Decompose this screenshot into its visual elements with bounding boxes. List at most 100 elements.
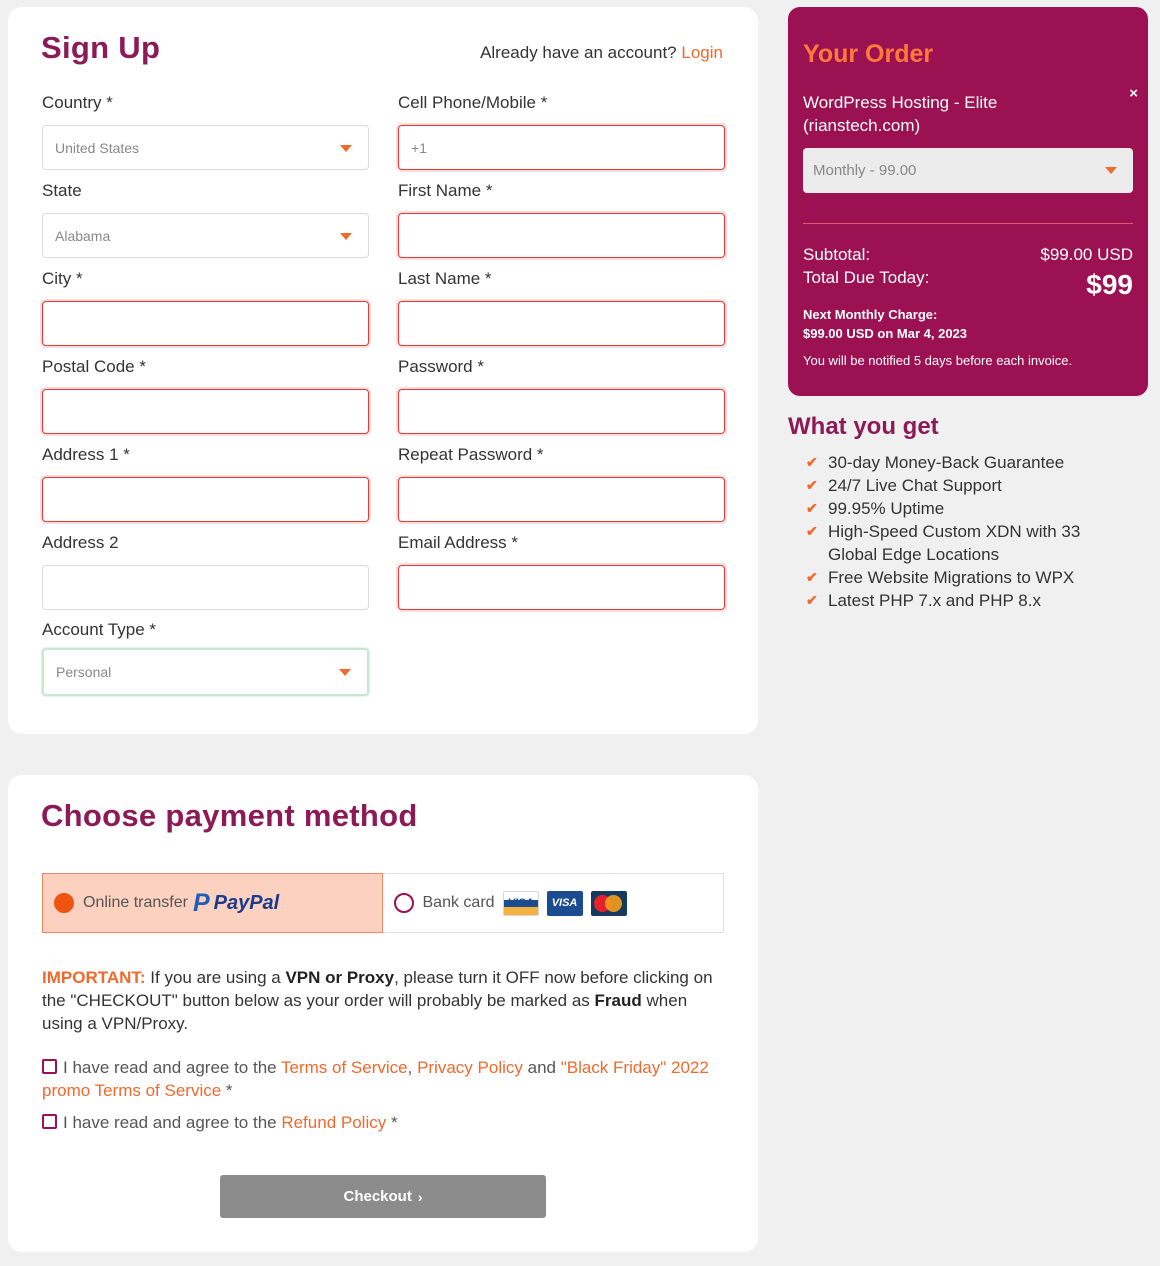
email-field: Email Address *	[398, 533, 725, 610]
order-summary: Your Order × WordPress Hosting - Elite (…	[788, 7, 1148, 396]
account-type-field: Account Type * Personal	[42, 620, 369, 696]
paypal-text: PayPal	[213, 891, 280, 914]
close-icon[interactable]: ×	[1129, 85, 1138, 102]
radio-unselected-icon[interactable]	[393, 893, 414, 913]
required-mark: *	[386, 1113, 398, 1132]
postal-label: Postal Code *	[42, 357, 146, 376]
bank-card-option[interactable]: Bank card VISA VISA	[383, 874, 724, 932]
warning-bold: VPN or Proxy	[285, 968, 395, 987]
subtotal-value: $99.00 USD	[1040, 245, 1133, 264]
terms-checkbox[interactable]	[42, 1059, 57, 1074]
repeat-password-input[interactable]	[398, 477, 725, 522]
paypal-logo: P PayPal	[193, 889, 279, 918]
check-icon: ✔	[806, 569, 818, 585]
signup-title: Sign Up	[41, 30, 161, 65]
next-charge-label: Next Monthly Charge:	[803, 307, 938, 322]
address2-input[interactable]	[42, 565, 369, 610]
already-have-account: Already have an account? Login	[480, 43, 723, 63]
city-input[interactable]	[42, 301, 369, 346]
country-label: Country *	[42, 93, 113, 112]
refund-policy-link[interactable]: Refund Policy	[281, 1113, 386, 1132]
city-label: City *	[42, 269, 83, 288]
list-item: ✔ High-Speed Custom XDN with 33 Global Ed…	[806, 520, 1126, 566]
radio-selected-icon[interactable]	[54, 893, 74, 913]
terms-of-service-link[interactable]: Terms of Service	[281, 1058, 408, 1077]
total-value: $99	[1086, 269, 1133, 300]
chevron-down-icon	[1105, 167, 1117, 174]
first-name-label: First Name *	[398, 181, 493, 200]
checkout-button[interactable]: Checkout ›	[220, 1175, 546, 1218]
online-transfer-option[interactable]: Online transfer P PayPal	[42, 873, 383, 933]
phone-input[interactable]: +1	[398, 125, 725, 170]
postal-field: Postal Code *	[42, 357, 369, 434]
first-name-field: First Name *	[398, 181, 725, 258]
email-input[interactable]	[398, 565, 725, 610]
payment-title: Choose payment method	[41, 798, 418, 833]
last-name-label: Last Name *	[398, 269, 492, 288]
address1-label: Address 1 *	[42, 445, 130, 464]
paypal-icon: P	[192, 888, 210, 917]
repeat-password-field: Repeat Password *	[398, 445, 725, 522]
product-name: WordPress Hosting - Elite	[803, 93, 998, 112]
what-you-get-list: ✔ 30-day Money-Back Guarantee ✔ 24/7 Live …	[806, 451, 1126, 612]
postal-input[interactable]	[42, 389, 369, 434]
next-charge: Next Monthly Charge: $99.00 USD on Mar 4…	[803, 305, 967, 343]
refund-checkbox[interactable]	[42, 1114, 57, 1129]
account-type-select[interactable]: Personal	[42, 648, 369, 696]
visa-icon: VISA	[546, 890, 583, 916]
payment-options: Online transfer P PayPal Bank card VISA …	[42, 873, 724, 933]
check-icon: ✔	[806, 454, 818, 470]
vpn-warning: IMPORTANT: If you are using a VPN or Pro…	[42, 966, 732, 1035]
last-name-input[interactable]	[398, 301, 725, 346]
billing-cycle-select[interactable]: Monthly - 99.00	[803, 148, 1133, 193]
country-value: United States	[55, 139, 140, 156]
login-link[interactable]: Login	[681, 43, 723, 62]
chevron-down-icon	[339, 669, 351, 676]
list-item-text: 24/7 Live Chat Support	[828, 476, 1002, 495]
required-mark: *	[221, 1081, 233, 1100]
password-input[interactable]	[398, 389, 725, 434]
billing-cycle-value: Monthly - 99.00	[813, 162, 917, 179]
warning-text: If you are using a	[145, 968, 286, 987]
chevron-right-icon: ›	[417, 1188, 423, 1205]
phone-prefix: +1	[411, 139, 427, 156]
list-item: ✔ 30-day Money-Back Guarantee	[806, 451, 1126, 474]
warning-bold: Fraud	[594, 991, 642, 1010]
phone-label: Cell Phone/Mobile *	[398, 93, 548, 112]
online-transfer-label: Online transfer	[83, 894, 188, 911]
address2-label: Address 2	[42, 533, 119, 552]
first-name-input[interactable]	[398, 213, 725, 258]
bank-card-label: Bank card	[422, 894, 495, 911]
agree-text: and	[522, 1058, 561, 1077]
subtotal-label: Subtotal:	[803, 245, 871, 264]
order-divider	[803, 223, 1133, 224]
state-select[interactable]: Alabama	[42, 213, 369, 258]
notify-text: You will be notified 5 days before each …	[803, 353, 1073, 368]
mastercard-icon	[590, 890, 627, 916]
list-item-text: Free Website Migrations to WPX	[828, 568, 1075, 587]
last-name-field: Last Name *	[398, 269, 725, 346]
country-select[interactable]: United States	[42, 125, 369, 170]
state-label: State	[42, 181, 82, 200]
checkout-label: Checkout	[343, 1188, 412, 1205]
check-icon: ✔	[806, 477, 818, 493]
list-item-text: High-Speed Custom XDN with 33 Global Edg…	[828, 522, 1081, 564]
state-field: State Alabama	[42, 181, 369, 258]
account-type-value: Personal	[56, 664, 112, 680]
check-icon: ✔	[806, 592, 818, 608]
list-item-text: Latest PHP 7.x and PHP 8.x	[828, 591, 1041, 610]
privacy-policy-link[interactable]: Privacy Policy	[417, 1058, 523, 1077]
terms-agreement: I have read and agree to the Terms of Se…	[42, 1056, 732, 1102]
list-item: ✔ Latest PHP 7.x and PHP 8.x	[806, 589, 1126, 612]
what-you-get-title: What you get	[788, 413, 939, 440]
city-field: City *	[42, 269, 369, 346]
list-item-text: 30-day Money-Back Guarantee	[828, 453, 1065, 472]
address1-input[interactable]	[42, 477, 369, 522]
product-domain: (rianstech.com)	[803, 116, 921, 135]
agree-text: ,	[407, 1058, 418, 1077]
account-type-label: Account Type *	[42, 620, 157, 639]
agree-text: I have read and agree to the	[63, 1113, 282, 1132]
country-field: Country * United States	[42, 93, 369, 170]
payment-card: Choose payment method Online transfer P …	[8, 775, 758, 1252]
list-item: ✔ 99.95% Uptime	[806, 497, 1126, 520]
